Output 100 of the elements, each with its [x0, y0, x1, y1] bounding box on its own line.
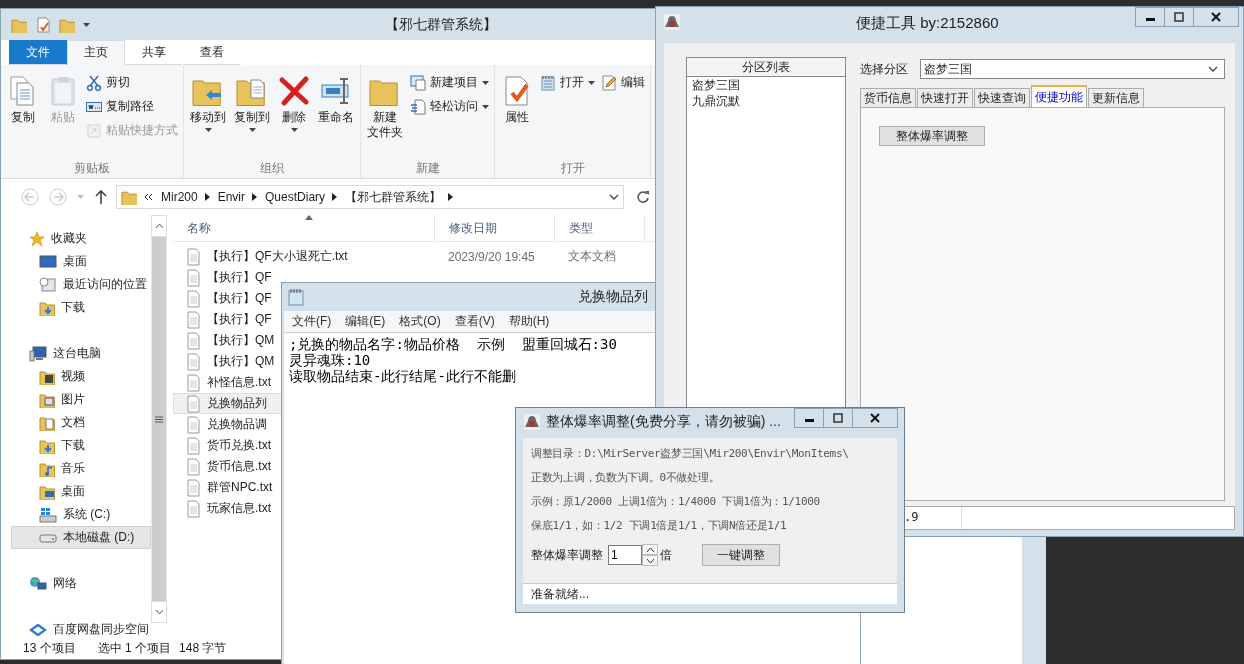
tab[interactable]: 更新信息 — [1088, 88, 1144, 107]
nav-item[interactable]: 桌面 — [1, 480, 151, 503]
ribbon-button[interactable]: 复制 — [4, 71, 42, 125]
text-file-icon — [186, 310, 201, 329]
file-name[interactable]: 【执行】QF — [207, 290, 272, 307]
scroll-down-icon — [154, 609, 164, 615]
nav-item[interactable]: 下载 — [1, 434, 151, 457]
breadcrumb-arrow-icon — [252, 193, 259, 201]
grip-icon — [155, 415, 163, 423]
ribbon-button[interactable]: 复制路径 — [84, 97, 180, 116]
videos-folder-icon — [39, 368, 55, 385]
nav-item[interactable]: 图片 — [1, 388, 151, 411]
caret-icon — [204, 128, 212, 132]
nav-item[interactable]: 视频 — [1, 365, 151, 388]
spin-down-button[interactable] — [642, 555, 658, 566]
nav-item[interactable]: 下载 — [1, 296, 151, 319]
tab[interactable]: 快速查询 — [974, 88, 1030, 107]
app-icon — [664, 14, 680, 30]
ribbon-button[interactable]: 删除 — [275, 71, 313, 132]
number-field[interactable]: 1 — [608, 545, 642, 565]
file-name[interactable]: 货币信息.txt — [207, 458, 271, 475]
ribbon-button[interactable]: 移动到 — [187, 71, 229, 132]
file-name[interactable]: 货币兑换.txt — [207, 437, 271, 454]
list-item[interactable]: 盗梦三国 — [687, 77, 845, 93]
list-item[interactable]: 九鼎沉默 — [687, 93, 845, 109]
breadcrumb[interactable]: 【邪七群管系统】 — [345, 188, 442, 206]
monitor-icon — [39, 254, 57, 269]
nav-item[interactable]: 百度网盘同步空间 — [1, 618, 151, 641]
nav-item[interactable]: 收藏夹 — [1, 227, 151, 250]
delete-icon — [278, 75, 310, 107]
tab[interactable]: 快速打开 — [917, 88, 973, 107]
file-name[interactable]: 群管NPC.txt — [207, 479, 273, 496]
address-field[interactable]: Mir200 Envir QuestDiary 【邪七群管系统】 — [116, 185, 624, 209]
column-header[interactable]: 类型 — [555, 215, 645, 241]
ribbon-button[interactable]: 轻松访问 — [408, 97, 491, 116]
breadcrumb[interactable]: Mir200 — [161, 190, 198, 204]
menu-item[interactable]: 格式(O) — [399, 313, 441, 330]
file-name[interactable]: 兑换物品列 — [207, 395, 267, 412]
ribbon-button[interactable]: 重命名 — [315, 71, 357, 125]
file-name[interactable]: 玩家信息.txt — [207, 500, 271, 517]
unit-label: 倍 — [660, 546, 672, 564]
table-cell-text: 2023/9/20 19:45 — [447, 249, 536, 264]
nav-item[interactable]: 这台电脑 — [1, 342, 151, 365]
nav-item[interactable]: 文档 — [1, 411, 151, 434]
menu-item[interactable]: 编辑(E) — [345, 313, 386, 330]
system-drive-icon — [39, 506, 57, 523]
ribbon-button[interactable]: 打开 — [538, 73, 597, 92]
nav-item[interactable]: 系统 (C:) — [1, 503, 151, 526]
nav-item[interactable]: 桌面 — [1, 250, 151, 273]
ribbon-button[interactable]: 编辑 — [599, 73, 647, 92]
ribbon-button[interactable]: 属性 — [498, 71, 536, 125]
breadcrumb-arrow-icon — [332, 193, 339, 201]
group-label: 打开 — [559, 160, 586, 177]
scissors-icon — [86, 74, 102, 91]
maximize-button[interactable] — [823, 408, 853, 428]
apply-button[interactable]: 一键调整 — [702, 544, 780, 566]
file-name[interactable]: 【执行】QF — [207, 311, 272, 328]
group-label: 剪贴板 — [73, 160, 111, 177]
caret-icon — [77, 195, 84, 199]
nav-item[interactable]: 网络 — [1, 572, 151, 595]
file-name[interactable]: 【执行】QM — [207, 332, 275, 349]
text-file-icon — [186, 331, 201, 350]
refresh-button[interactable] — [634, 188, 652, 206]
menu-item[interactable]: 帮助(H) — [508, 313, 550, 330]
rename-icon — [320, 75, 352, 107]
column-header[interactable]: 修改日期 — [435, 215, 555, 241]
documents-folder-icon — [39, 414, 55, 431]
minimize-button[interactable] — [794, 408, 824, 428]
close-icon — [870, 413, 880, 423]
ribbon-button[interactable]: 剪切 — [84, 73, 180, 92]
file-name[interactable]: 【执行】QM — [207, 353, 275, 370]
partition-dropdown[interactable]: 盗梦三国 — [920, 59, 1225, 79]
file-name[interactable]: 兑换物品调 — [207, 416, 267, 433]
scrollbar[interactable] — [151, 215, 167, 623]
nav-item[interactable]: 本地磁盘 (D:) — [11, 526, 151, 549]
minimize-button[interactable] — [1135, 7, 1165, 27]
file-name[interactable]: 【执行】QF大小退死亡.txt — [207, 248, 348, 265]
ribbon-button[interactable]: 新建 文件夹 — [364, 71, 406, 140]
nav-item[interactable]: 最近访问的位置 — [1, 273, 151, 296]
menu-item[interactable]: 查看(V) — [454, 313, 495, 330]
tab[interactable]: 便捷功能 — [1031, 85, 1087, 107]
ribbon-tab[interactable]: 主页 — [67, 40, 125, 65]
close-button[interactable] — [1193, 7, 1239, 27]
menu-item[interactable]: 文件(F) — [292, 313, 332, 330]
breadcrumb[interactable]: Envir — [217, 190, 246, 204]
ribbon-button[interactable]: 复制到 — [231, 71, 273, 132]
file-menu-button[interactable]: 文件 — [9, 40, 67, 65]
breadcrumb[interactable]: QuestDiary — [265, 190, 326, 204]
ribbon-button[interactable]: 新建项目 — [408, 73, 491, 92]
file-name[interactable]: 【执行】QF — [207, 269, 272, 286]
maximize-button[interactable] — [1164, 7, 1194, 27]
nav-item[interactable]: 音乐 — [1, 457, 151, 480]
spin-up-button[interactable] — [642, 544, 658, 555]
close-button[interactable] — [852, 408, 898, 428]
notepad-icon — [288, 288, 304, 306]
window-title: 【邪七群管系统】 — [385, 16, 497, 34]
adjust-drop-rate-button[interactable]: 整体爆率调整 — [879, 126, 985, 146]
tab[interactable]: 货币信息 — [860, 88, 916, 107]
file-name[interactable]: 补怪信息.txt — [207, 374, 271, 391]
pictures-folder-icon — [39, 391, 55, 408]
